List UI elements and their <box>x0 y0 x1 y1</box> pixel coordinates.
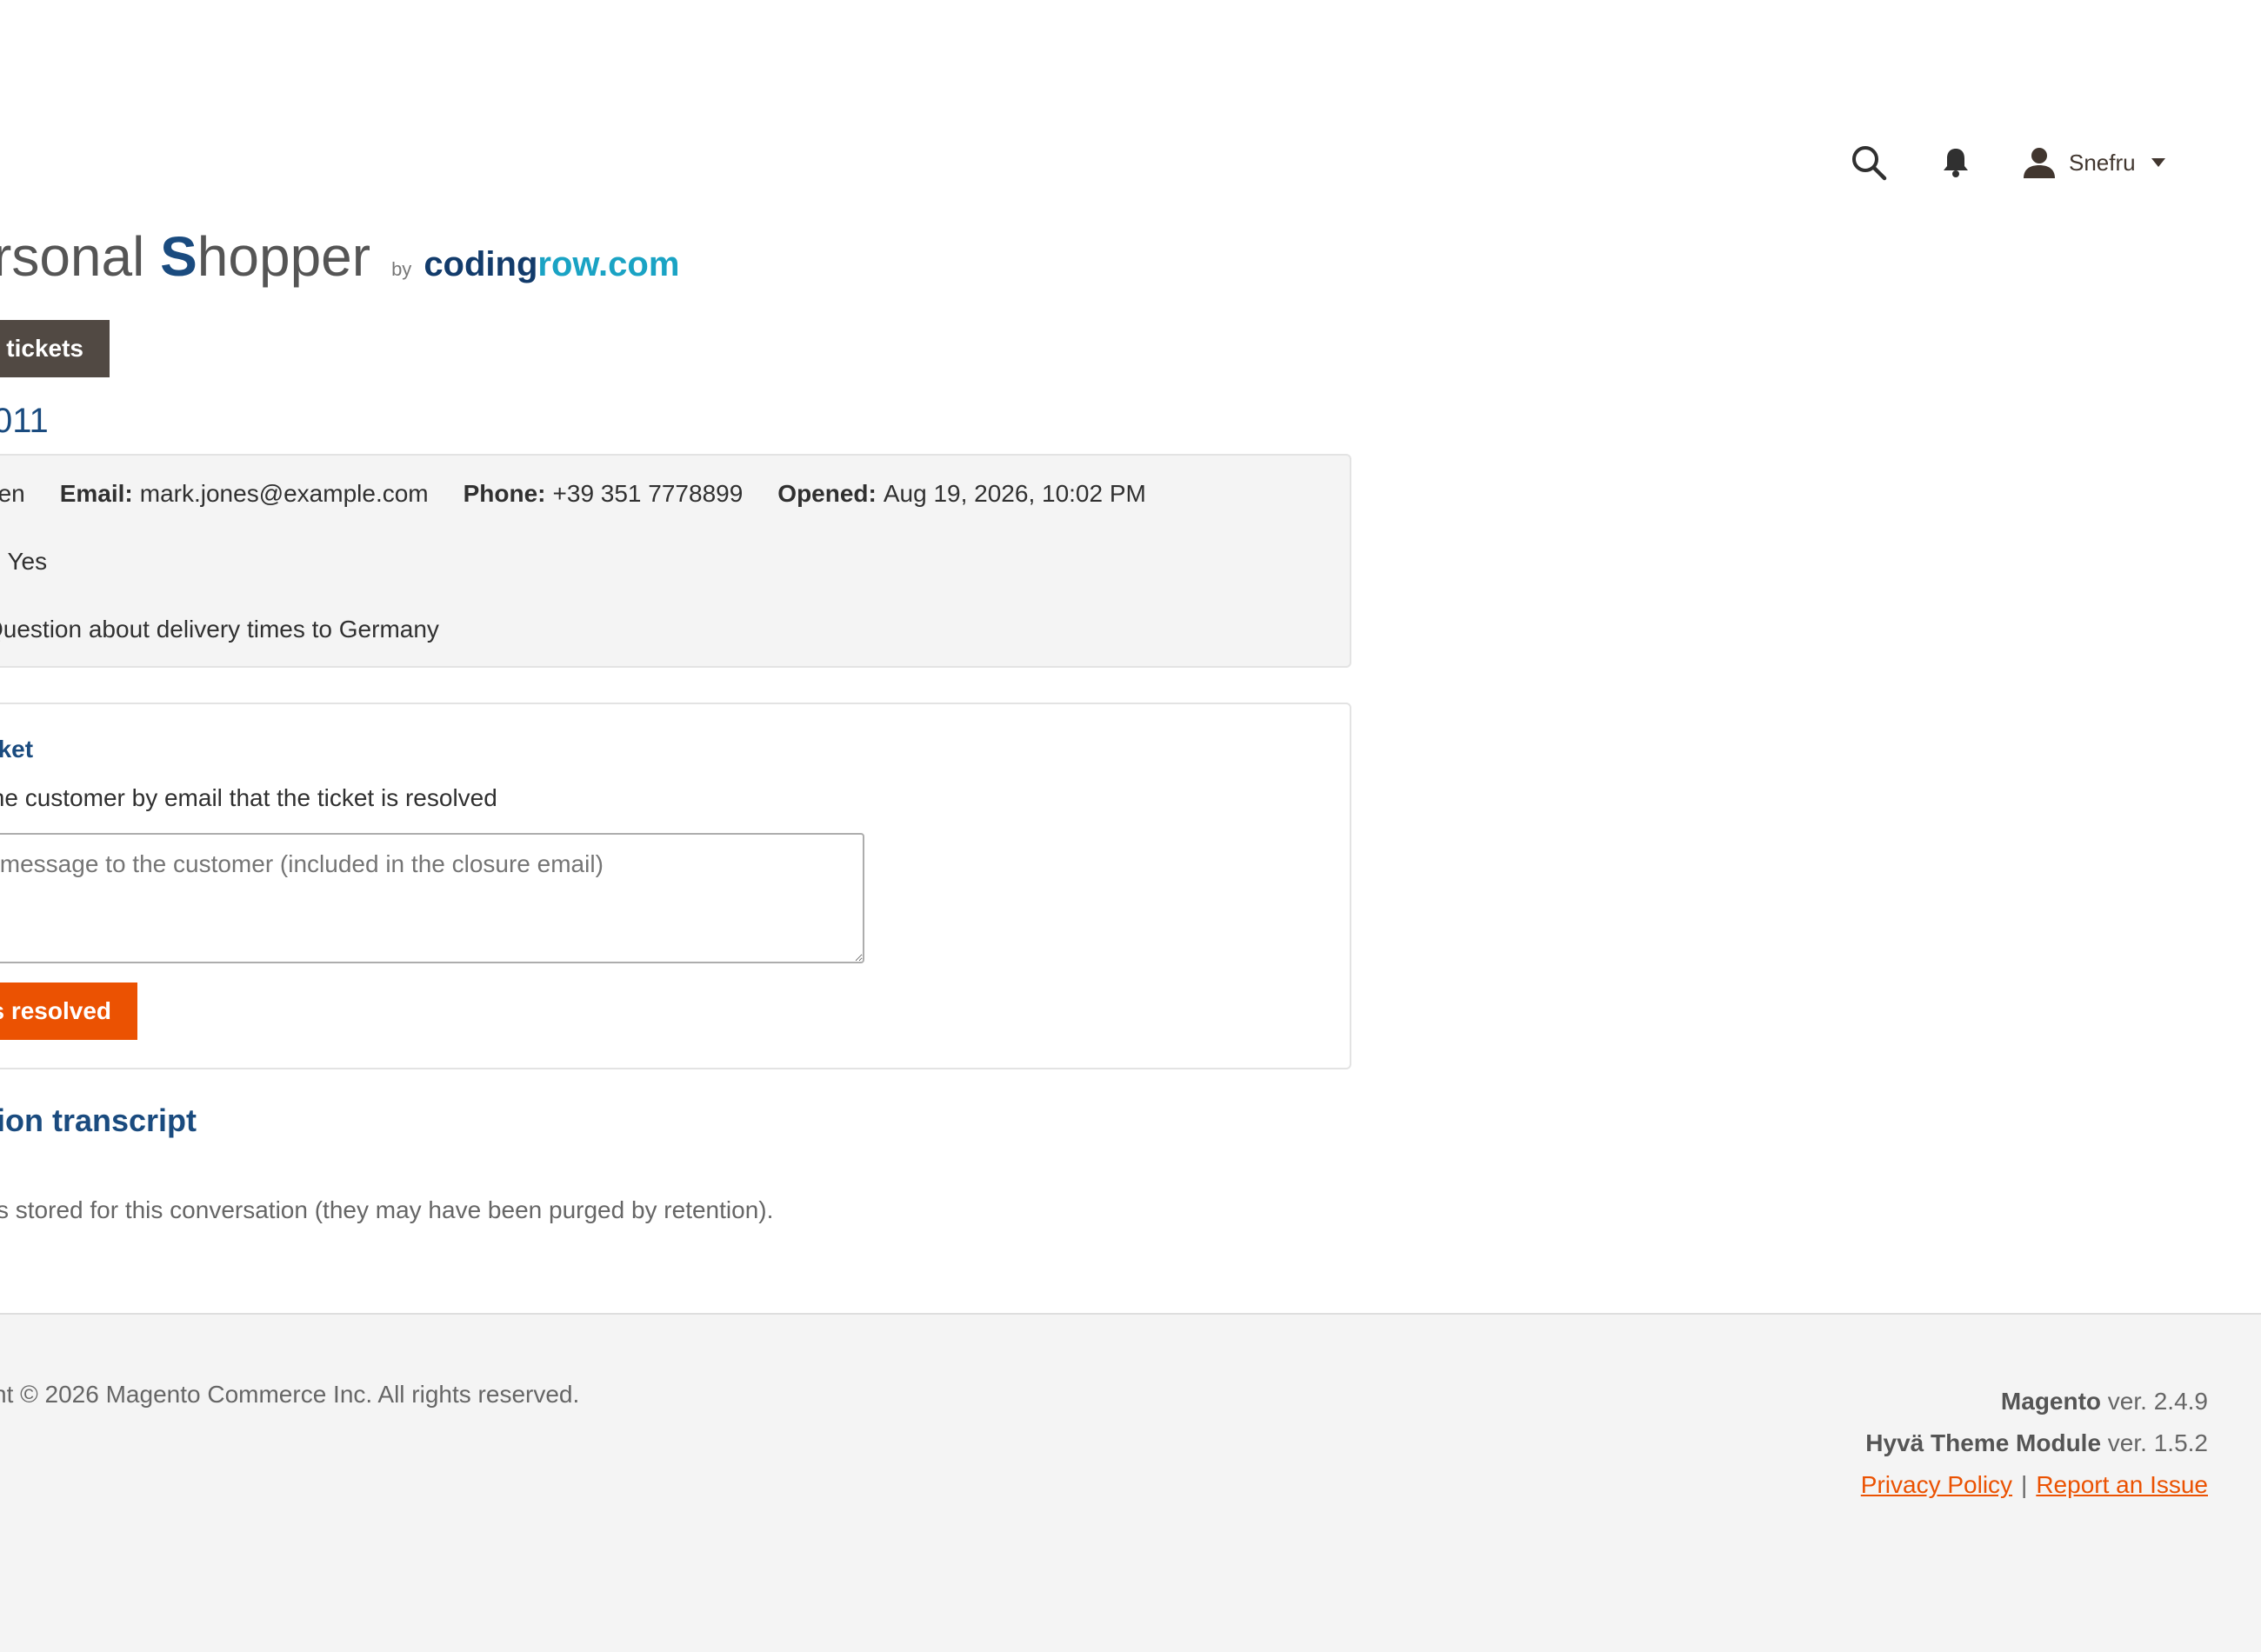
back-to-tickets-button[interactable]: tickets <box>0 320 110 377</box>
mark-resolved-button[interactable]: s resolved <box>0 983 137 1040</box>
email-field: Email: mark.jones@example.com <box>59 480 429 507</box>
closure-message-input[interactable] <box>0 833 864 963</box>
consent-field: t: Yes <box>0 548 48 575</box>
hyva-version: Hyvä Theme Module ver. 1.5.2 <box>1865 1429 2208 1456</box>
caret-down-icon <box>2151 158 2165 167</box>
user-menu[interactable]: Snefru <box>2022 146 2165 179</box>
footer: ht © 2026 Magento Commerce Inc. All righ… <box>0 1313 2261 1652</box>
ticket-info-panel: pen Email:mark.jones@example.com Phone:+… <box>0 454 1351 668</box>
page-title: rsonal Shopper by codingrow.com <box>0 224 679 289</box>
opened-field: Opened: Aug 19, 2026, 10:02 PM <box>777 480 1146 507</box>
footer-links: Privacy Policy | Report an Issue <box>1861 1464 2208 1506</box>
title-text: rsonal Shopper <box>0 225 371 288</box>
transcript-empty-text: s stored for this conversation (they may… <box>0 1196 774 1223</box>
user-name: Snefru <box>2069 149 2136 176</box>
bell-icon[interactable] <box>1935 142 1977 183</box>
ticket-id: 011 <box>0 402 49 440</box>
search-icon[interactable] <box>1848 142 1890 183</box>
close-ticket-panel: cket the customer by email that the tick… <box>0 703 1351 1069</box>
user-icon <box>2022 146 2057 179</box>
status-field: pen <box>0 480 25 507</box>
version-info: Magento ver. 2.4.9 Hyvä Theme Module ver… <box>1861 1381 2208 1506</box>
header-actions: Snefru <box>1848 139 2165 186</box>
brand-logo: codingrow.com <box>424 245 680 283</box>
close-ticket-title: cket <box>0 736 34 763</box>
magento-version: Magento ver. 2.4.9 <box>2000 1388 2208 1415</box>
copyright: ht © 2026 Magento Commerce Inc. All righ… <box>0 1381 580 1408</box>
link-separator: | <box>2021 1471 2028 1498</box>
phone-field: Phone: +39 351 7778899 <box>463 480 744 507</box>
privacy-policy-link[interactable]: Privacy Policy <box>1861 1471 2012 1498</box>
report-issue-link[interactable]: Report an Issue <box>2036 1471 2208 1498</box>
subject-field: Question about delivery times to Germany <box>0 616 439 643</box>
by-label: by <box>391 258 412 280</box>
transcript-title: ion transcript <box>0 1102 197 1138</box>
notify-customer-text: the customer by email that the ticket is… <box>0 784 497 811</box>
info-row-contact: pen Email:mark.jones@example.com Phone:+… <box>0 480 1181 508</box>
